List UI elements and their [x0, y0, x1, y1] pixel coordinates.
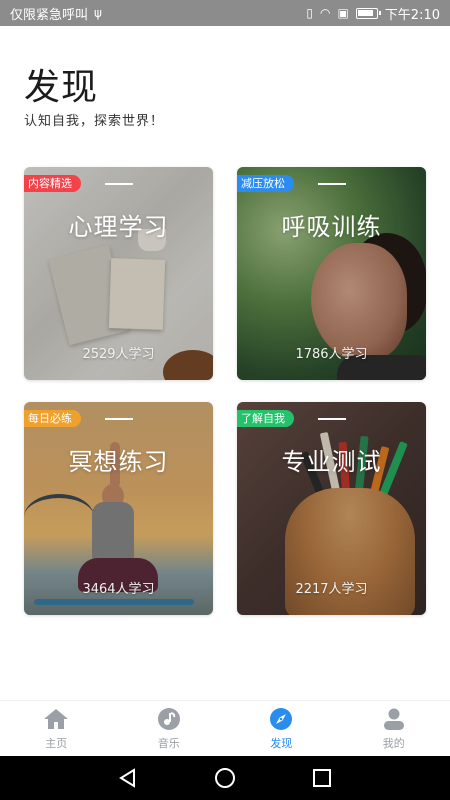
card-title: 冥想练习: [68, 448, 169, 476]
page-title: 发现: [24, 67, 99, 108]
nav-item-home[interactable]: 主页: [0, 701, 113, 756]
wifi-icon: ◠: [319, 6, 331, 20]
status-time: 下午2:10: [384, 7, 440, 23]
sim-icon: ▣: [337, 6, 349, 20]
usb-icon: ψ: [94, 6, 102, 20]
card-title: 呼吸训练: [281, 213, 382, 241]
nav-label: 我的: [382, 737, 405, 750]
nav-item-music[interactable]: 音乐: [113, 701, 226, 756]
card-learner-count: 2529人学习: [82, 347, 155, 362]
card-title: 专业测试: [281, 448, 382, 476]
title-dash: [104, 183, 133, 185]
status-bar: 仅限紧急呼叫 ψ ▯ ◠ ▣ 下午2:10: [0, 0, 450, 26]
nav-item-profile[interactable]: 我的: [338, 701, 450, 756]
carrier-text: 仅限紧急呼叫: [10, 7, 89, 23]
vibrate-icon: ▯: [306, 6, 313, 20]
back-triangle-icon[interactable]: [118, 768, 138, 788]
title-dash: [317, 418, 346, 420]
bottom-nav: 主页 音乐 发现 我的: [0, 700, 450, 756]
title-dash: [317, 183, 346, 185]
nav-label: 主页: [45, 737, 68, 750]
card-learner-count: 1786人学习: [295, 347, 368, 362]
card-tag: 减压放松: [237, 175, 294, 192]
profile-icon: [381, 706, 407, 732]
card-psychology-learning[interactable]: 内容精选 心理学习 2529人学习: [24, 167, 213, 380]
home-circle-icon[interactable]: [214, 767, 236, 789]
page-subtitle: 认知自我，探索世界！: [24, 114, 165, 129]
card-meditation-practice[interactable]: 每日必练 冥想练习 3464人学习: [24, 402, 213, 615]
nav-item-discover[interactable]: 发现: [225, 701, 338, 756]
card-professional-test[interactable]: 了解自我 专业测试 2217人学习: [237, 402, 426, 615]
nav-label: 音乐: [157, 737, 180, 750]
card-breathing-training[interactable]: 减压放松 呼吸训练 1786人学习: [237, 167, 426, 380]
card-tag: 了解自我: [237, 410, 294, 427]
compass-icon: [268, 706, 294, 732]
nav-label: 发现: [270, 737, 293, 750]
recents-square-icon[interactable]: [312, 768, 332, 788]
battery-icon: [355, 7, 381, 19]
card-tag: 内容精选: [24, 175, 81, 192]
card-learner-count: 2217人学习: [295, 582, 368, 597]
home-icon: [43, 706, 69, 732]
card-learner-count: 3464人学习: [82, 582, 155, 597]
card-tag: 每日必练: [24, 410, 81, 427]
title-dash: [104, 418, 133, 420]
card-title: 心理学习: [68, 213, 169, 241]
music-icon: [156, 706, 182, 732]
system-nav-bar: [0, 756, 450, 800]
